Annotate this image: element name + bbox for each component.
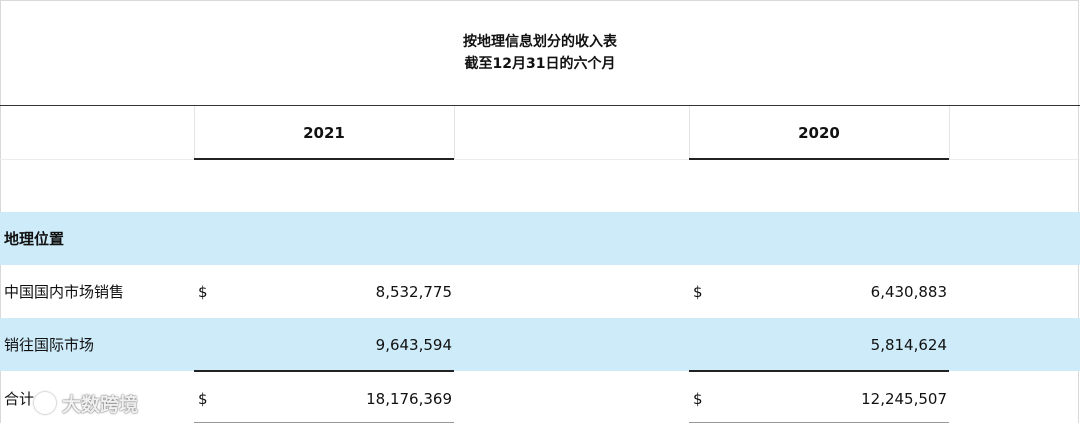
section-label: 地理位置: [4, 230, 65, 248]
table-header: 按地理信息划分的收入表 截至12月31日的六个月: [0, 0, 1080, 106]
watermark-logo-icon: [34, 392, 56, 414]
value-2020: 12,245,507: [861, 389, 947, 408]
value-2021: 8,532,775: [375, 282, 452, 301]
column-header-2021: 2021: [303, 123, 345, 142]
value-2020: 6,430,883: [870, 282, 947, 301]
row-label: 中国国内市场销售: [4, 283, 125, 301]
table-row: 中国国内市场销售 $ 8,532,775 $ 6,430,883: [0, 265, 1080, 318]
total-underline: [194, 422, 454, 423]
table-subtitle: 截至12月31日的六个月: [464, 55, 616, 72]
total-underline: [689, 422, 949, 423]
value-2021: 18,176,369: [366, 389, 452, 408]
column-header-2020: 2020: [798, 123, 840, 142]
row-label: 销往国际市场: [4, 336, 95, 354]
watermark-text: 大数跨境: [62, 393, 139, 416]
table-row: 销往国际市场 9,643,594 5,814,624: [0, 318, 1080, 371]
spacer-row: [0, 160, 1080, 213]
value-2020: 5,814,624: [870, 335, 947, 354]
value-2021: 9,643,594: [375, 335, 452, 354]
year-header-row: 2021 2020: [0, 106, 1080, 159]
section-row: 地理位置: [0, 212, 1080, 265]
table-title: 按地理信息划分的收入表: [463, 33, 617, 50]
table-row-total: 合计 $ 18,176,369 $ 12,245,507: [0, 372, 1080, 425]
watermark: 大数跨境: [0, 389, 138, 417]
